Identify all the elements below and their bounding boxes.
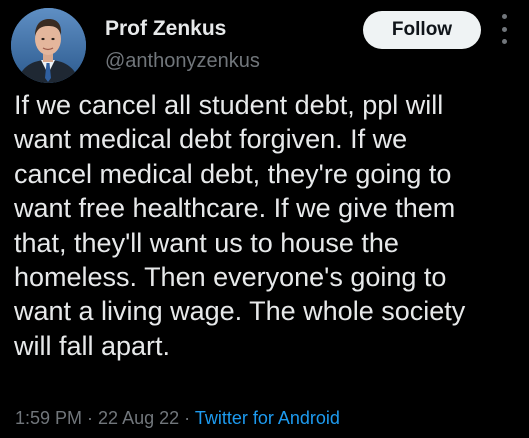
tweet-line: want a living wage. The whole society (14, 296, 466, 327)
more-dot (501, 39, 507, 44)
follow-button[interactable]: Follow (363, 11, 481, 49)
more-dot (501, 26, 507, 32)
tweet-line: homeless. Then everyone's going to (14, 262, 447, 293)
meta-separator: · (82, 408, 99, 428)
tweet-source-link[interactable]: Twitter for Android (195, 408, 340, 428)
more-dot (501, 14, 507, 19)
tweet-line: want medical debt forgiven. If we (14, 124, 408, 155)
tweet-line: cancel medical debt, they're going to (14, 158, 452, 189)
tweet-line: If we cancel all student debt, ppl will (14, 90, 444, 120)
tweet-time[interactable]: 1:59 PM (15, 408, 82, 428)
tweet-meta: 1:59 PM · 22 Aug 22 · Twitter for Androi… (15, 408, 340, 429)
avatar[interactable] (11, 8, 86, 83)
tweet-date[interactable]: 22 Aug 22 (98, 408, 179, 428)
more-vertical-icon[interactable] (497, 14, 511, 44)
tweet-line: want free healthcare. If we give them (14, 193, 456, 224)
tweet-text: If we cancel all student debt, ppl will … (14, 88, 519, 363)
tweet-line: will fall apart. (14, 330, 171, 361)
tweet: Prof Zenkus @anthonyzenkus Follow If we … (0, 0, 529, 438)
meta-separator: · (179, 408, 195, 428)
tweet-line: that, they'll want us to house the (14, 227, 399, 258)
author-name[interactable]: Prof Zenkus (105, 17, 226, 41)
author-handle[interactable]: @anthonyzenkus (105, 50, 260, 73)
